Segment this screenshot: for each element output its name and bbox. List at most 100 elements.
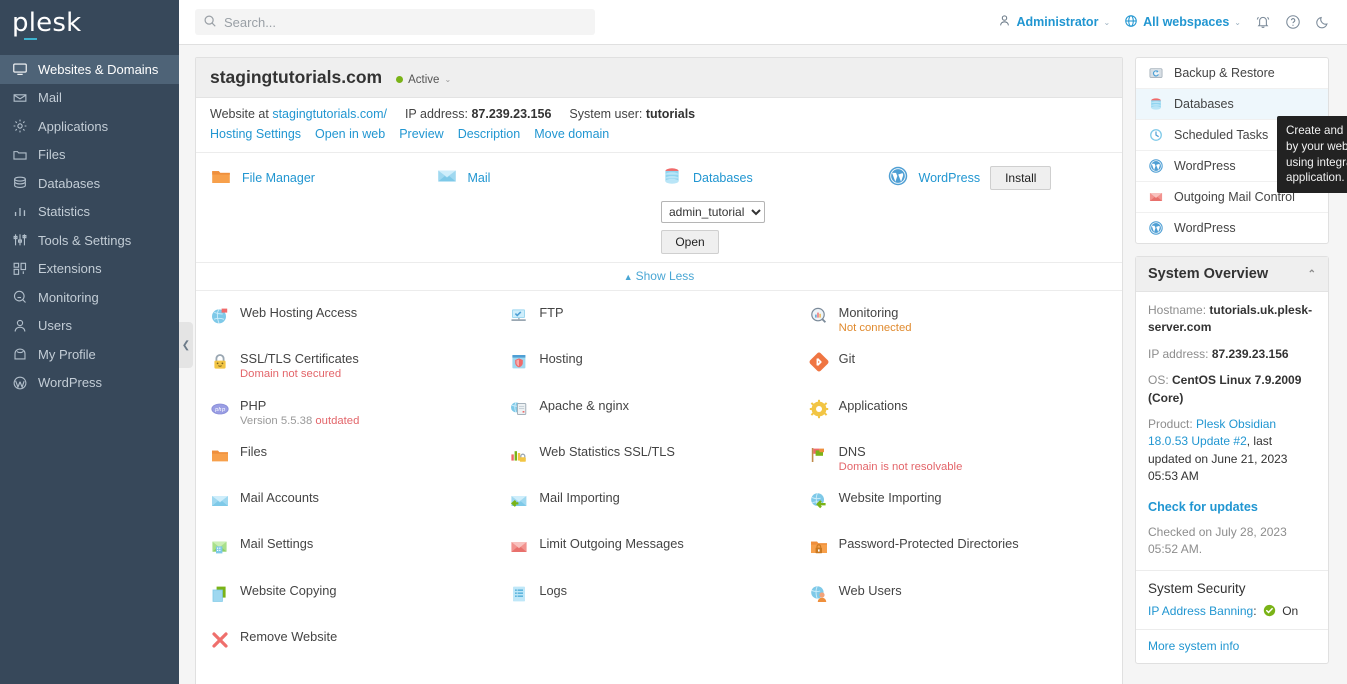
feature-item[interactable]: Monitoring Not connected — [809, 305, 1108, 351]
globe-icon — [1124, 14, 1138, 31]
moon-icon[interactable] — [1315, 14, 1331, 30]
feature-item[interactable]: Applications — [809, 398, 1108, 444]
side-panel-item-wordpress[interactable]: WordPress — [1136, 213, 1328, 243]
status-badge[interactable]: Active ⌄ — [396, 74, 451, 86]
domain-link-preview[interactable]: Preview — [399, 127, 443, 141]
check-for-updates-link[interactable]: Check for updates — [1148, 500, 1258, 514]
wordpress-icon — [12, 375, 28, 391]
quick-tool-databases[interactable]: Databases — [661, 165, 883, 190]
feature-text: Remove Website — [240, 629, 337, 644]
hosting-icon — [509, 352, 529, 372]
ip-address-banning-link[interactable]: IP Address Banning — [1148, 604, 1253, 618]
product-label: Product: — [1148, 416, 1193, 431]
sidebar-item-websites-domains[interactable]: Websites & Domains — [0, 55, 179, 84]
webspaces-menu[interactable]: All webspaces ⌄ — [1124, 14, 1241, 31]
feature-text: Mail Accounts — [240, 490, 319, 505]
domain-link-hosting-settings[interactable]: Hosting Settings — [210, 127, 301, 141]
feature-item[interactable]: Apache & nginx — [509, 398, 808, 444]
sidebar-item-statistics[interactable]: Statistics — [0, 198, 179, 227]
install-button[interactable]: Install — [990, 165, 1052, 190]
feature-item[interactable]: FTP — [509, 305, 808, 351]
more-system-info-link[interactable]: More system info — [1148, 639, 1239, 653]
sidebar-item-files[interactable]: Files — [0, 141, 179, 170]
feature-item[interactable]: Hosting — [509, 351, 808, 397]
chevron-down-icon: ⌄ — [1103, 17, 1111, 27]
search-input[interactable] — [224, 14, 587, 30]
domain-link-description[interactable]: Description — [458, 127, 521, 141]
feature-item[interactable]: SSL/TLS Certificates Domain not secured — [210, 351, 509, 397]
domain-link-open-in-web[interactable]: Open in web — [315, 127, 385, 141]
domain-link-move-domain[interactable]: Move domain — [534, 127, 609, 141]
mail-red-icon — [1148, 189, 1164, 205]
logs-icon — [509, 584, 529, 604]
ip-label: IP address: — [1148, 346, 1209, 361]
sidebar-item-users[interactable]: Users — [0, 312, 179, 341]
git-icon — [809, 352, 829, 372]
feature-label: Website Importing — [838, 490, 942, 506]
brand-name: plesk — [12, 7, 82, 40]
feature-text: Password-Protected Directories — [839, 536, 1019, 551]
ip-row: IP address: 87.239.23.156 — [405, 107, 551, 121]
feature-label: Password-Protected Directories — [838, 536, 1019, 552]
sidebar-item-my-profile[interactable]: My Profile — [0, 340, 179, 369]
php-outdated-flag: outdated — [315, 414, 360, 427]
feature-text: Mail Importing — [539, 490, 619, 505]
php-version: Version 5.5.38 — [240, 414, 316, 427]
sidebar-item-label: Statistics — [38, 204, 91, 220]
feature-item[interactable]: Files — [210, 444, 509, 490]
databases-tooltip: Create and remove databases used by your… — [1277, 116, 1347, 194]
side-panel-item-backup-restore[interactable]: Backup & Restore — [1136, 58, 1328, 89]
feature-item[interactable]: Git — [809, 351, 1108, 397]
feature-item[interactable]: php PHP Version 5.5.38 outdated — [210, 398, 509, 444]
feature-label: PHP — [240, 397, 267, 413]
sidebar-item-extensions[interactable]: Extensions — [0, 255, 179, 284]
database-select[interactable]: admin_tutorial — [661, 201, 765, 223]
open-database-button[interactable]: Open — [661, 230, 719, 254]
system-security-title: System Security — [1148, 580, 1246, 596]
sidebar-item-applications[interactable]: Applications — [0, 112, 179, 141]
feature-item[interactable]: Remove Website — [210, 629, 509, 675]
feature-item[interactable]: Mail Importing — [509, 490, 808, 536]
feature-item[interactable]: Web Statistics SSL/TLS — [509, 444, 808, 490]
website-url-link[interactable]: stagingtutorials.com/ — [272, 107, 387, 121]
feature-item[interactable]: Mail Accounts — [210, 490, 509, 536]
search-box[interactable] — [195, 9, 595, 35]
help-icon[interactable] — [1285, 14, 1301, 30]
feature-item[interactable]: Website Copying — [210, 583, 509, 629]
domain-action-links: Hosting Settings Open in web Preview Descri… — [196, 123, 1122, 152]
feature-text: Logs — [539, 583, 567, 598]
feature-item[interactable]: Logs — [509, 583, 808, 629]
sidebar-collapse-handle[interactable]: ❮ — [179, 322, 193, 368]
feature-item[interactable]: Mail Settings — [210, 536, 509, 582]
brand-logo[interactable]: plesk — [0, 0, 179, 45]
system-security-section: System Security IP Address Banning: On — [1136, 571, 1328, 629]
domains-column: stagingtutorials.com Active ⌄ Website at… — [195, 57, 1123, 684]
mail-settings-icon — [210, 537, 230, 557]
feature-label: Applications — [838, 397, 908, 413]
content-scroll-area[interactable]: stagingtutorials.com Active ⌄ Website at… — [179, 45, 1347, 684]
sidebar-item-wordpress[interactable]: WordPress — [0, 369, 179, 398]
feature-item[interactable]: Website Importing — [809, 490, 1108, 536]
feature-item[interactable]: Limit Outgoing Messages — [509, 536, 808, 582]
mail-import-icon — [509, 491, 529, 511]
gear-icon — [12, 118, 28, 134]
sidebar-item-monitoring[interactable]: Monitoring — [0, 283, 179, 312]
quick-tool-mail[interactable]: Mail — [436, 165, 658, 190]
domain-name[interactable]: stagingtutorials.com — [210, 67, 382, 88]
feature-item[interactable]: Web Users — [809, 583, 1108, 629]
sidebar-item-mail[interactable]: Mail — [0, 84, 179, 113]
hostname-label: Hostname: — [1148, 303, 1207, 317]
lock-icon — [210, 352, 230, 372]
feature-label: FTP — [539, 305, 564, 320]
feature-item[interactable]: Password-Protected Directories — [809, 536, 1108, 582]
sidebar-item-tools-settings[interactable]: Tools & Settings — [0, 226, 179, 255]
show-less-toggle[interactable]: ▲ Show Less — [196, 262, 1122, 290]
quick-tool-wordpress[interactable]: WordPress Install — [887, 165, 1109, 190]
feature-item[interactable]: DNS Domain is not resolvable — [809, 444, 1108, 490]
administrator-menu[interactable]: Administrator ⌄ — [998, 14, 1110, 30]
feature-item[interactable]: Web Hosting Access — [210, 305, 509, 351]
quick-tool-file-manager[interactable]: File Manager — [210, 165, 432, 190]
bell-icon[interactable] — [1255, 14, 1271, 30]
sidebar-item-databases[interactable]: Databases — [0, 169, 179, 198]
chevron-up-icon[interactable]: ⌃ — [1308, 269, 1316, 280]
